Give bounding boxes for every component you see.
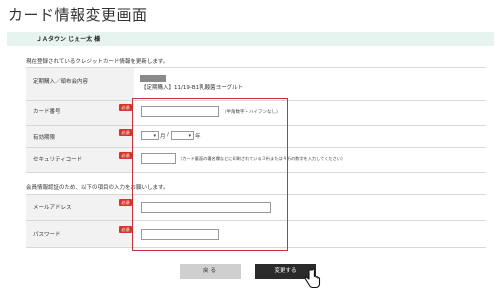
card-number-label: カード番号 bbox=[33, 109, 61, 115]
intro-text: 現在登録されているクレジットカード情報を更新します。 bbox=[26, 59, 169, 65]
expiry-label: 有効期限 bbox=[33, 135, 56, 141]
password-label: パスワード bbox=[33, 232, 61, 238]
user-greeting-bar: ＪＡタウン じぇー太 様 bbox=[7, 32, 494, 46]
purchase-value: 【定期購入】11/19-B1乳酸菌ヨーグルト bbox=[141, 85, 244, 91]
required-badge: 必須 bbox=[119, 129, 132, 136]
hand-cursor-icon bbox=[304, 268, 321, 289]
masked-value bbox=[140, 75, 166, 82]
page-title: カード情報変更画面 bbox=[8, 6, 148, 24]
back-button[interactable]: 戻る bbox=[180, 264, 241, 279]
user-name: ＪＡタウン じぇー太 様 bbox=[36, 36, 101, 43]
security-code-label: セキュリティコード bbox=[33, 157, 83, 163]
required-badge: 必須 bbox=[119, 226, 132, 233]
required-badge: 必須 bbox=[119, 199, 132, 206]
required-badge: 必須 bbox=[119, 152, 132, 159]
purchase-row: 定期購入／頒布会内容 bbox=[26, 67, 486, 100]
required-badge: 必須 bbox=[119, 104, 132, 111]
email-label: メールアドレス bbox=[33, 205, 72, 211]
highlight-frame bbox=[132, 98, 288, 251]
purchase-label: 定期購入／頒布会内容 bbox=[33, 79, 89, 85]
